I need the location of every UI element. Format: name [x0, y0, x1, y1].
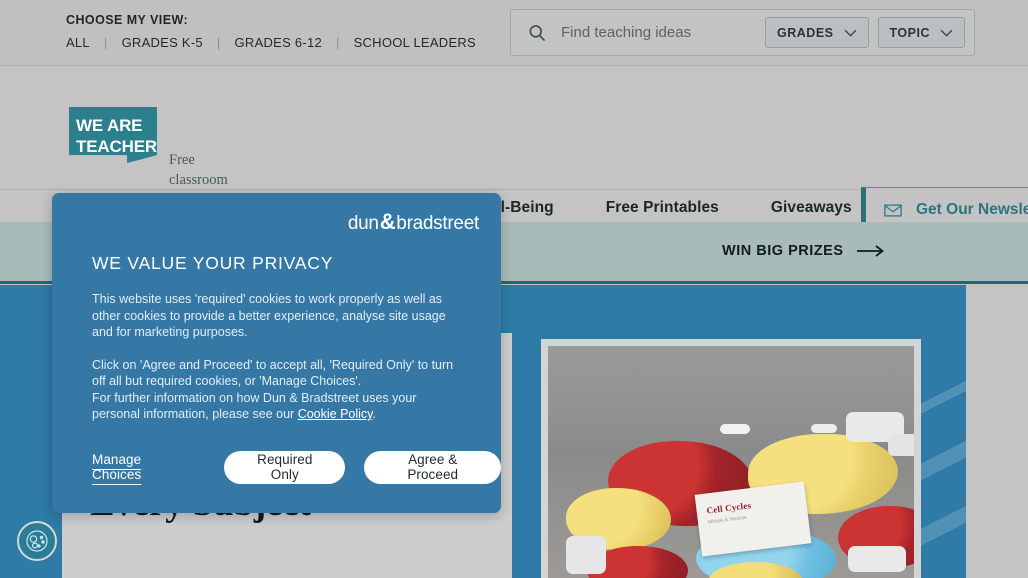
view-separator-1: |: [103, 35, 108, 50]
chevron-down-icon: [940, 29, 953, 37]
cookie-consent-dialog: dun & bradstreet WE VALUE YOUR PRIVACY T…: [52, 193, 501, 513]
view-links: ALL | GRADES K-5 | GRADES 6-12 | SCHOOL …: [66, 35, 476, 50]
main-navigation-bar: WE ARE TEACHERS Free classroom resources…: [0, 66, 1028, 248]
dun-bradstreet-logo: dun & bradstreet: [348, 209, 479, 235]
logo-line-1: WE ARE: [76, 116, 143, 135]
chevron-down-icon: [844, 29, 856, 37]
logo-line-2: TEACHERS: [76, 137, 169, 156]
white-rod-cluster: [848, 546, 906, 572]
white-rod-cluster: [888, 434, 914, 456]
consent-paragraph-1: This website uses 'required' cookies to …: [92, 292, 446, 339]
cookie-icon: [26, 530, 48, 552]
choose-my-view-label: CHOOSE MY VIEW:: [66, 13, 189, 27]
search-input[interactable]: Find teaching ideas: [561, 24, 765, 41]
hero-image-background: Cell Cycles Mitosis & Meiosis: [548, 346, 914, 578]
search-bar[interactable]: Find teaching ideas GRADES TOPIC: [510, 9, 975, 56]
brand-ampersand: &: [379, 209, 396, 234]
nav-item-free-printables[interactable]: Free Printables: [606, 199, 719, 217]
consent-paragraph-2-part-1: Click on 'Agree and Proceed' to accept a…: [92, 357, 454, 389]
consent-dialog-body: This website uses 'required' cookies to …: [92, 291, 464, 423]
grades-filter-label: GRADES: [777, 25, 834, 40]
promo-banner-cta[interactable]: WIN BIG PRIZES: [722, 243, 884, 259]
site-logo[interactable]: WE ARE TEACHERS: [69, 107, 157, 163]
white-rod-cluster: [566, 536, 606, 574]
search-icon: [529, 24, 546, 41]
choose-my-view: CHOOSE MY VIEW: ALL | GRADES K-5 | GRADE…: [66, 13, 476, 50]
white-rod: [811, 424, 837, 433]
nav-item-giveaways[interactable]: Giveaways: [771, 199, 852, 217]
promo-cta-label: WIN BIG PRIZES: [722, 243, 844, 259]
cookie-policy-link[interactable]: Cookie Policy: [298, 407, 373, 421]
view-separator-3: |: [335, 35, 340, 50]
envelope-icon: [884, 203, 902, 217]
brand-dun: dun: [347, 213, 379, 234]
grades-filter-dropdown[interactable]: GRADES: [765, 17, 869, 48]
required-only-button[interactable]: Required Only: [224, 450, 346, 484]
consent-paragraph-2: Click on 'Agree and Proceed' to accept a…: [92, 357, 464, 423]
view-link-grades-6-12[interactable]: GRADES 6-12: [235, 35, 322, 50]
view-link-school-leaders[interactable]: SCHOOL LEADERS: [354, 35, 476, 50]
hero-image[interactable]: Cell Cycles Mitosis & Meiosis: [541, 339, 921, 578]
newsletter-button-label: Get Our Newsletter: [916, 201, 1028, 218]
agree-and-proceed-button[interactable]: Agree & Proceed: [364, 450, 501, 484]
view-link-grades-k-5[interactable]: GRADES K-5: [122, 35, 203, 50]
view-link-all[interactable]: ALL: [66, 35, 90, 50]
consent-dialog-actions: Manage Choices Required Only Agree & Pro…: [92, 446, 501, 488]
view-separator-2: |: [216, 35, 221, 50]
utility-bar: CHOOSE MY VIEW: ALL | GRADES K-5 | GRADE…: [0, 0, 1028, 66]
consent-paragraph-2-end: .: [372, 407, 376, 421]
cookie-settings-button[interactable]: [17, 521, 57, 561]
brand-bradstreet: bradstreet: [396, 213, 479, 234]
consent-dialog-title: WE VALUE YOUR PRIVACY: [92, 253, 334, 273]
white-rod: [720, 424, 750, 434]
topic-filter-dropdown[interactable]: TOPIC: [877, 17, 965, 48]
topic-filter-label: TOPIC: [889, 25, 930, 40]
arrow-right-icon: [856, 245, 884, 257]
manage-choices-button[interactable]: Manage Choices: [92, 446, 185, 488]
page-root: CHOOSE MY VIEW: ALL | GRADES K-5 | GRADE…: [0, 0, 1028, 578]
